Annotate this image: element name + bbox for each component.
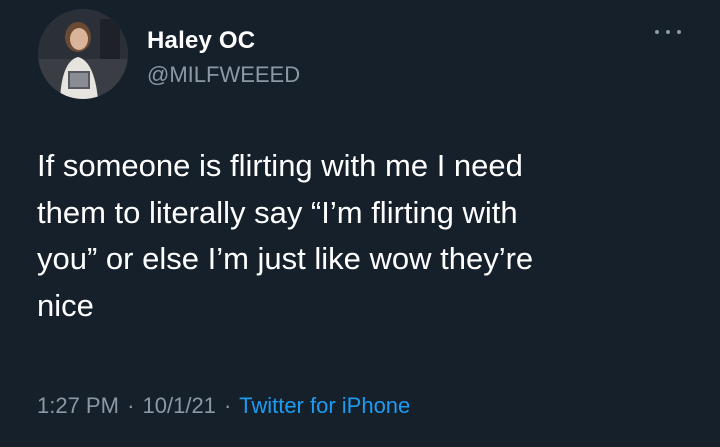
avatar-photo bbox=[38, 9, 128, 99]
tweet-time[interactable]: 1:27 PM bbox=[37, 393, 119, 418]
tweet-text-line: them to literally say “I’m flirting with bbox=[37, 194, 518, 230]
tweet-text-line: you” or else I’m just like wow they’re bbox=[37, 241, 534, 276]
tweet-text-line: If someone is flirting with me I need bbox=[37, 148, 523, 183]
tweet-source-link[interactable]: Twitter for iPhone bbox=[239, 393, 410, 418]
tweet-date[interactable]: 10/1/21 bbox=[143, 393, 216, 418]
more-dot bbox=[666, 30, 670, 34]
author-handle[interactable]: @MILFWEEED bbox=[147, 62, 300, 88]
avatar[interactable] bbox=[38, 9, 128, 99]
tweet-text: If someone is flirting with me I need th… bbox=[37, 143, 697, 329]
more-options-icon[interactable] bbox=[655, 27, 681, 37]
tweet-metadata: 1:27 PM · 10/1/21 · Twitter for iPhone bbox=[37, 392, 410, 420]
author-name[interactable]: Haley OC bbox=[147, 27, 255, 55]
tweet-text-line: nice bbox=[37, 287, 94, 323]
more-dot bbox=[677, 30, 681, 34]
tweet-card: Haley OC @MILFWEEED If someone is flirti… bbox=[0, 0, 720, 447]
more-dot bbox=[655, 30, 659, 34]
meta-separator: · bbox=[224, 393, 232, 418]
meta-separator: · bbox=[127, 393, 135, 418]
